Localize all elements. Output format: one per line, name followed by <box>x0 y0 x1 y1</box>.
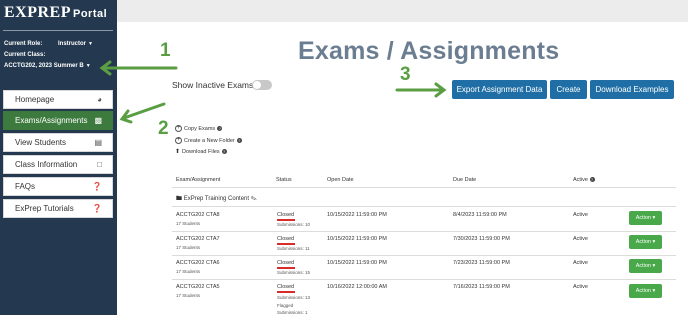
annotation-arrows <box>99 60 447 124</box>
arrow-2-line <box>122 102 166 120</box>
